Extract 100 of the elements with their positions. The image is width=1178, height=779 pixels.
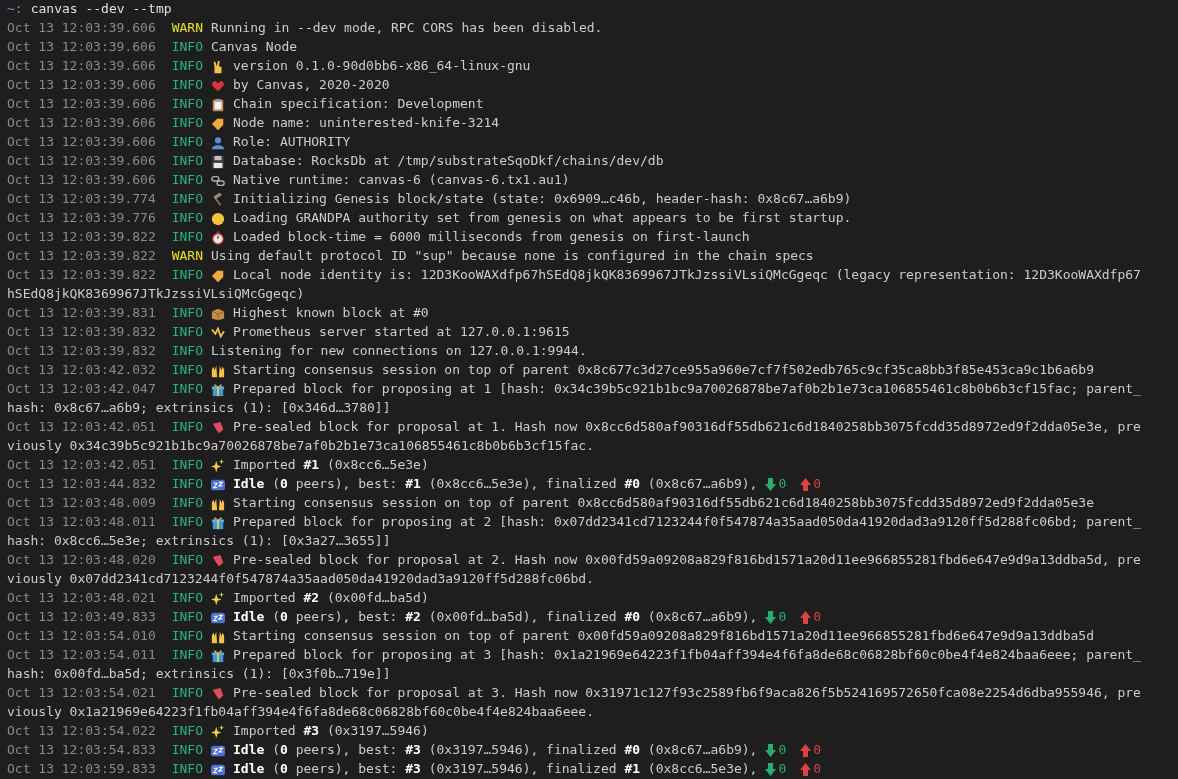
log-level: INFO — [171, 684, 204, 703]
log-timestamp: Oct 13 12:03:39.606 — [7, 114, 156, 133]
log-timestamp: Oct 13 12:03:54.022 — [7, 722, 156, 741]
log-timestamp: Oct 13 12:03:39.776 — [7, 209, 156, 228]
package-icon — [211, 306, 226, 321]
log-timestamp: Oct 13 12:03:44.832 — [7, 475, 156, 494]
log-message: Starting consensus session on top of parent 0x8c677c3d27ce955a960e7cf7f502edb765c9cf35ca8bb3f85e453ca9c1b6a6b9 — [233, 361, 1094, 380]
sleep-icon — [211, 477, 226, 492]
log-level: INFO — [171, 627, 204, 646]
log-message: Using default protocol ID "sup" because none is configured in the chain specs — [211, 247, 814, 266]
log-level: INFO — [171, 456, 204, 475]
log-level: WARN — [171, 247, 204, 266]
tag-icon — [211, 268, 226, 283]
arrow-down-icon — [765, 744, 777, 757]
log-message: hash: 0x8c67…a6b9; extrinsics (1): [0x346d…3780]] — [7, 399, 391, 418]
log-message: Loading GRANDPA authority set from genesis on what appears to be first startup. — [233, 209, 852, 228]
log-message: version 0.1.0-90d0bb6-x86_64-linux-gnu — [233, 57, 531, 76]
log-timestamp: Oct 13 12:03:42.032 — [7, 361, 156, 380]
log-message: Running in --dev mode, RPC CORS has been disabled. — [211, 19, 603, 38]
log-message: Canvas Node — [211, 38, 298, 57]
log-level: INFO — [171, 133, 204, 152]
log-timestamp: Oct 13 12:03:39.606 — [7, 133, 156, 152]
log-level: INFO — [171, 266, 204, 285]
log-level: INFO — [171, 152, 204, 171]
log-message: Initializing Genesis block/state (state: 0x6909…c46b, header-hash: 0x8c67…a6b9) — [233, 190, 852, 209]
log-level: INFO — [171, 114, 204, 133]
log-message: Imported #1 (0x8cc6…5e3e) — [233, 456, 429, 475]
log-message: Local node identity is: 12D3KooWAXdfp67hSEdQ8jkQK8369967JTkJzssiVLsiQMcGgeqc (legacy representation: 12D3KooWAXdfp67 — [233, 266, 1141, 285]
log-level: INFO — [171, 361, 204, 380]
log-message: Idle (0 peers), best: #2 (0x00fd…ba5d), finalized #0 (0x8c67…a6b9), — [233, 608, 758, 627]
log-level: INFO — [171, 171, 204, 190]
log-message: Imported #2 (0x00fd…ba5d) — [233, 589, 429, 608]
log-level: INFO — [171, 741, 204, 760]
log-timestamp: Oct 13 12:03:39.774 — [7, 190, 156, 209]
log-level: INFO — [171, 76, 204, 95]
log-level: INFO — [171, 323, 204, 342]
log-timestamp: Oct 13 12:03:39.606 — [7, 171, 156, 190]
log-timestamp: Oct 13 12:03:39.831 — [7, 304, 156, 323]
log-message: Pre-sealed block for proposal at 3. Hash now 0x31971c127f93c2589fb6f9aca826f5b524169572650fca08e2254d6dba955946, pre — [233, 684, 1141, 703]
log-message: viously 0x1a21969e64223f1fb04aff394e4f6fa8de68c06828bf60c0be4f4e824baa6eee. — [7, 703, 594, 722]
tag-icon — [211, 116, 226, 131]
log-timestamp: Oct 13 12:03:42.047 — [7, 380, 156, 399]
log-timestamp: Oct 13 12:03:39.606 — [7, 19, 156, 38]
log-timestamp: Oct 13 12:03:39.606 — [7, 152, 156, 171]
log-timestamp: Oct 13 12:03:48.021 — [7, 589, 156, 608]
arrow-up-icon — [800, 478, 812, 491]
log-message: hash: 0x8cc6…5e3e; extrinsics (1): [0x3a27…3655]] — [7, 532, 391, 551]
gift-icon — [211, 515, 226, 530]
gift-icon — [211, 382, 226, 397]
log-timestamp: Oct 13 12:03:54.833 — [7, 741, 156, 760]
log-level: INFO — [171, 57, 204, 76]
log-timestamp: Oct 13 12:03:39.832 — [7, 342, 156, 361]
bookmark-icon — [211, 420, 226, 435]
log-timestamp: Oct 13 12:03:39.606 — [7, 95, 156, 114]
log-message: Pre-sealed block for proposal at 2. Hash now 0x00fd59a09208a829f816bd1571a20d11ee966855281fbd6e647e9d9a13ddba5d, pre — [233, 551, 1141, 570]
log-timestamp: Oct 13 12:03:39.606 — [7, 57, 156, 76]
sleep-icon — [211, 610, 226, 625]
arrow-down-icon — [765, 611, 777, 624]
log-message: Highest known block at #0 — [233, 304, 429, 323]
sleep-icon — [211, 743, 226, 758]
log-message: Role: AUTHORITY — [233, 133, 351, 152]
log-timestamp: Oct 13 12:03:39.606 — [7, 76, 156, 95]
log-message: Database: RocksDb at /tmp/substrateSqoDkf/chains/dev/db — [233, 152, 664, 171]
sparkles-icon — [211, 458, 226, 473]
arrow-up-icon — [800, 763, 812, 776]
log-level: INFO — [171, 760, 204, 779]
sleep-icon — [211, 762, 226, 777]
log-message: Listening for new connections on 127.0.0.1:9944. — [211, 342, 587, 361]
download-count: 0 — [778, 475, 787, 494]
log-message: Node name: uninterested-knife-3214 — [233, 114, 500, 133]
log-level: INFO — [171, 418, 204, 437]
log-message: by Canvas, 2020-2020 — [233, 76, 390, 95]
arrow-up-icon — [800, 611, 812, 624]
log-level: INFO — [171, 551, 204, 570]
log-message: hSEdQ8jkQK8369967JTkJzssiVLsiQMcGgeqc) — [7, 285, 305, 304]
log-message: Loaded block-time = 6000 milliseconds from genesis on first-launch — [233, 228, 750, 247]
log-timestamp: Oct 13 12:03:39.606 — [7, 38, 156, 57]
arrow-up-icon — [800, 744, 812, 757]
log-timestamp: Oct 13 12:03:54.011 — [7, 646, 156, 665]
upload-count: 0 — [813, 741, 822, 760]
log-level: INFO — [171, 475, 204, 494]
log-timestamp: Oct 13 12:03:39.832 — [7, 323, 156, 342]
log-message: Prometheus server started at 127.0.0.1:9615 — [233, 323, 570, 342]
download-count: 0 — [778, 608, 787, 627]
log-timestamp: Oct 13 12:03:39.822 — [7, 247, 156, 266]
log-message: viously 0x34c39b5c921b1bc9a70026878be7af0b2b1e73ca106855461c8b0b6b3cf15fac. — [7, 437, 594, 456]
log-level: INFO — [171, 494, 204, 513]
log-level: INFO — [171, 589, 204, 608]
log-level: INFO — [171, 209, 204, 228]
log-message: Idle (0 peers), best: #1 (0x8cc6…5e3e), finalized #0 (0x8c67…a6b9), — [233, 475, 758, 494]
chain-icon — [211, 173, 226, 188]
bookmark-icon — [211, 553, 226, 568]
log-message: Idle (0 peers), best: #3 (0x3197…5946), finalized #1 (0x8cc6…5e3e), — [233, 760, 758, 779]
log-level: INFO — [171, 608, 204, 627]
log-message: hash: 0x00fd…ba5d; extrinsics (1): [0x3f0b…719e]] — [7, 665, 391, 684]
log-level: INFO — [171, 342, 204, 361]
log-message: Pre-sealed block for proposal at 1. Hash now 0x8cc6d580af90316df55db621c6d1840258bb3075fcdd35d8972ed9f2dda05e3e, pre — [233, 418, 1141, 437]
log-timestamp: Oct 13 12:03:54.021 — [7, 684, 156, 703]
log-level: INFO — [171, 38, 204, 57]
log-message: Prepared block for proposing at 1 [hash: 0x34c39b5c921b1bc9a70026878be7af0b2b1e73ca106855461c8b0b6b3cf15fac; parent_ — [233, 380, 1141, 399]
